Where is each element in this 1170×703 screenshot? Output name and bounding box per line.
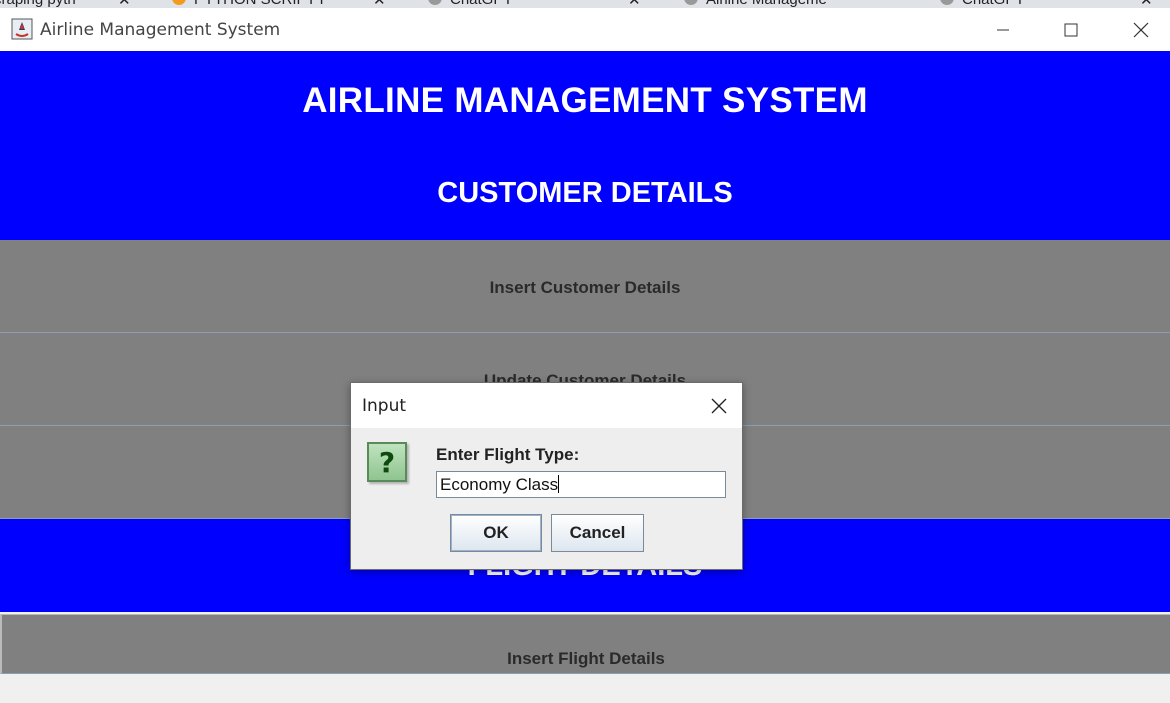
tab-close-icon[interactable]: ✕ (373, 0, 386, 8)
java-app-icon (11, 18, 33, 40)
tab-close-icon[interactable]: ✕ (628, 0, 641, 8)
browser-tab-label: ChatGPT (450, 0, 513, 8)
browser-tab-label: PYTHON SCRIPT F (194, 0, 329, 8)
input-dialog: Input ? Enter Flight Type: Economy Class… (350, 382, 743, 570)
question-icon: ? (367, 442, 407, 482)
ok-button[interactable]: OK (450, 514, 542, 552)
dialog-title-bar[interactable]: Input (351, 383, 742, 428)
browser-tab[interactable]: PYTHON SCRIPT F ✕ (172, 0, 386, 8)
browser-tab-label: craping pyth (0, 0, 76, 8)
maximize-button[interactable] (1048, 8, 1094, 51)
browser-tab-label: Airline Manageme (706, 0, 827, 8)
tab-close-icon[interactable]: ✕ (1140, 0, 1153, 8)
main-title: AIRLINE MANAGEMENT SYSTEM (302, 81, 868, 120)
window-title-bar[interactable]: Airline Management System (0, 8, 1170, 51)
close-icon (711, 398, 727, 414)
cancel-button[interactable]: Cancel (551, 514, 644, 552)
app-content: AIRLINE MANAGEMENT SYSTEM CUSTOMER DETAI… (0, 51, 1170, 674)
browser-tab-strip: craping pyth ✕ PYTHON SCRIPT F ✕ ChatGPT… (0, 0, 1170, 8)
text-caret (558, 475, 560, 493)
tab-favicon-icon (684, 0, 698, 5)
tab-favicon-icon (940, 0, 954, 5)
window-title: Airline Management System (40, 20, 281, 40)
browser-tab[interactable]: ChatGPT ✕ (940, 0, 1153, 8)
customer-section-title: CUSTOMER DETAILS (437, 177, 733, 209)
tab-favicon-icon (172, 0, 186, 5)
minimize-icon (997, 29, 1009, 30)
input-value: Economy Class (440, 475, 559, 494)
tab-favicon-icon (428, 0, 442, 5)
browser-tab-label: ChatGPT (962, 0, 1025, 8)
dialog-prompt: Enter Flight Type: (436, 445, 580, 464)
maximize-icon (1064, 23, 1078, 36)
tab-close-icon[interactable]: ✕ (118, 0, 131, 8)
close-icon (1133, 22, 1149, 37)
browser-tab[interactable]: craping pyth ✕ (0, 0, 131, 8)
flight-type-input[interactable]: Economy Class (436, 471, 726, 498)
minimize-button[interactable] (980, 8, 1026, 51)
dialog-title: Input (362, 396, 407, 416)
customer-header-panel: AIRLINE MANAGEMENT SYSTEM CUSTOMER DETAI… (0, 51, 1170, 240)
insert-customer-button[interactable]: Insert Customer Details (0, 240, 1170, 333)
close-button[interactable] (1118, 8, 1164, 51)
browser-tab[interactable]: Airline Manageme (684, 0, 827, 8)
browser-tab[interactable]: ChatGPT ✕ (428, 0, 641, 8)
insert-flight-button[interactable]: Insert Flight Details (0, 614, 1170, 674)
dialog-close-button[interactable] (704, 391, 734, 421)
